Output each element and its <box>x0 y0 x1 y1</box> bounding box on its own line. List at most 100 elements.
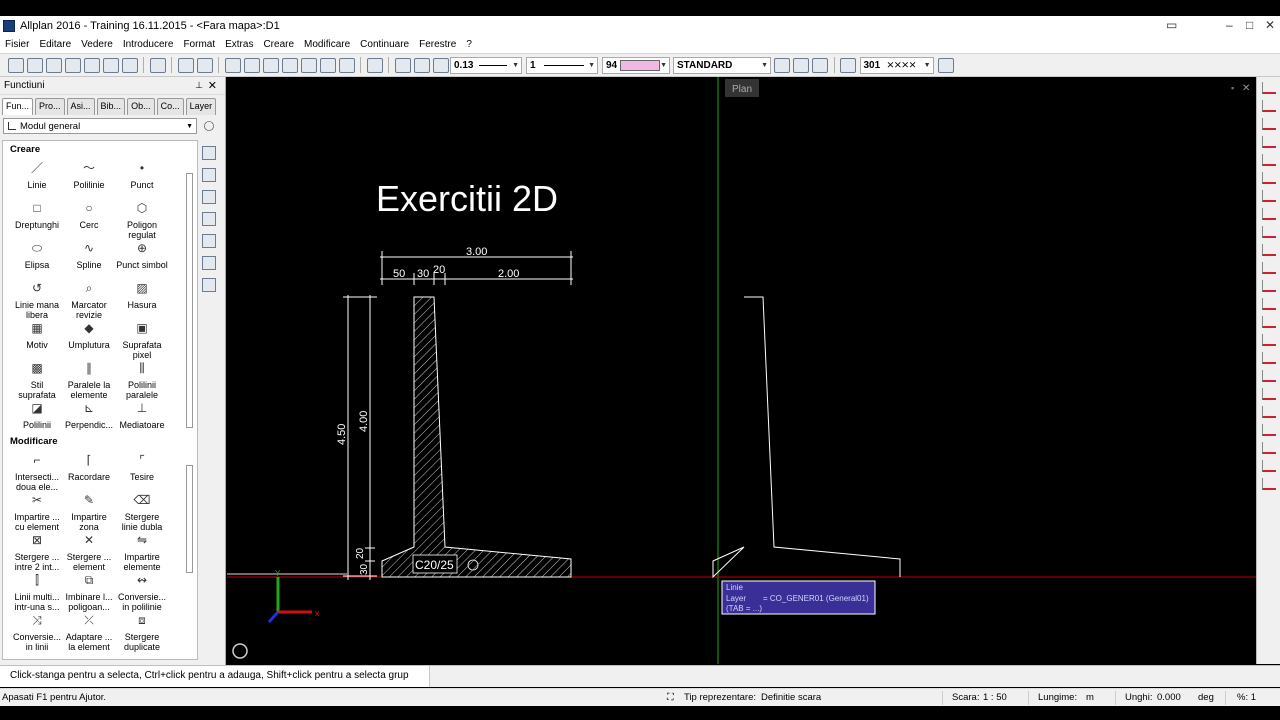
tool-perpendicular[interactable]: ⊾ Perpendic... <box>63 402 115 430</box>
copy-mirror-icon[interactable] <box>1262 172 1276 184</box>
scale-value[interactable]: 1 : 50 <box>983 692 1007 703</box>
tool-delete-double-line[interactable]: ⌫ Stergere linie dubla <box>116 494 168 532</box>
layer-select[interactable]: STANDARD ▼ <box>673 56 771 74</box>
filter-icon[interactable] <box>1262 406 1276 418</box>
tool-intersect[interactable]: ⌐ Intersecti... doua ele... <box>11 454 63 492</box>
tool-hatching[interactable]: ▨ Hasura <box>116 282 168 310</box>
tool-delete-between[interactable]: ⊠ Stergere ... intre 2 int... <box>11 534 63 572</box>
select-icon[interactable] <box>1262 424 1276 436</box>
open-project-icon[interactable] <box>26 57 43 73</box>
representation-value[interactable]: Definitie scara <box>761 692 821 703</box>
view-icon[interactable] <box>262 57 279 73</box>
viewport-close-icon[interactable]: ✕ <box>1242 83 1250 94</box>
pencil-icon[interactable] <box>413 57 430 73</box>
tab-properties[interactable]: Pro... <box>35 98 65 115</box>
tool-fill[interactable]: ◆ Umplutura <box>63 322 115 350</box>
tool-join-lines[interactable]: ⫿ Linii multi... intr-una s... <box>11 574 63 612</box>
viewport-restore-icon[interactable]: ▪ <box>1231 83 1234 93</box>
layers-icon[interactable] <box>202 234 216 248</box>
tool-ellipse[interactable]: ⬭ Elipsa <box>11 242 63 270</box>
stretch-icon[interactable] <box>1262 190 1276 202</box>
layout-icon[interactable] <box>243 57 260 73</box>
funnel-icon[interactable] <box>1262 478 1276 490</box>
pen-format-icon[interactable] <box>394 57 411 73</box>
trim-icon[interactable] <box>1262 244 1276 256</box>
menu-format[interactable]: Format <box>178 39 220 50</box>
pen-thickness-select[interactable]: 0.13 ▼ <box>450 56 522 74</box>
area-icon[interactable] <box>1262 388 1276 400</box>
retaining-wall-outline[interactable] <box>712 296 901 579</box>
length-value[interactable]: m <box>1086 692 1094 703</box>
tool-freehand[interactable]: ↺ Linie mana libera <box>11 282 63 320</box>
delete-tool-icon[interactable] <box>281 57 298 73</box>
layer-lock-icon[interactable] <box>812 57 828 73</box>
tab-layer[interactable]: Layer <box>185 98 217 115</box>
palette-icon[interactable] <box>202 146 216 160</box>
tool-revision-marker[interactable]: ⌕ Marcator revizie <box>63 282 115 320</box>
extend-icon[interactable] <box>1262 262 1276 274</box>
tool-join-polygons[interactable]: ⧉ Imbinare l... poligoan... <box>63 574 115 612</box>
catalog-icon[interactable] <box>202 256 216 270</box>
tool-style-area[interactable]: ▩ Stil suprafata <box>11 362 63 400</box>
delete-icon[interactable] <box>1262 334 1276 346</box>
menu-creare[interactable]: Creare <box>258 39 299 50</box>
rotate-icon[interactable] <box>1262 136 1276 148</box>
menu-continuare[interactable]: Continuare <box>355 39 414 50</box>
tool-pixel-surface[interactable]: ▣ Suprafata pixel <box>116 322 168 360</box>
menu-fisier[interactable]: Fisier <box>0 39 34 50</box>
move-icon[interactable] <box>1262 118 1276 130</box>
tool-split-zone[interactable]: ✎ Impartire zona <box>63 494 115 532</box>
zoom-icon[interactable] <box>366 57 383 73</box>
tool-polygon[interactable]: ⬡ Poligon regulat <box>116 202 168 240</box>
modify-scrollbar[interactable] <box>186 465 193 573</box>
line-type-select[interactable]: 1 ▼ <box>526 56 598 74</box>
tool-polyline[interactable]: 〜 Polilinie <box>63 162 115 190</box>
group-icon[interactable] <box>1262 316 1276 328</box>
restore-icon[interactable]: ▭ <box>1166 18 1177 32</box>
library-icon[interactable] <box>202 278 216 292</box>
menu-introducere[interactable]: Introducere <box>118 39 179 50</box>
cut-icon[interactable] <box>102 57 119 73</box>
tool-spline[interactable]: ∿ Spline <box>63 242 115 270</box>
pattern-settings-icon[interactable] <box>840 57 856 73</box>
copy-element-icon[interactable] <box>319 57 336 73</box>
eyedropper-icon[interactable] <box>432 57 449 73</box>
text-icon[interactable] <box>202 190 216 204</box>
tool-rectangle[interactable]: □ Dreptunghi <box>11 202 63 230</box>
transform-icon[interactable] <box>300 57 317 73</box>
tool-convert-polyline[interactable]: ↭ Conversie... in polilinie <box>116 574 168 612</box>
tool-point[interactable]: • Punct <box>116 162 168 190</box>
minimize-icon[interactable]: – <box>1226 18 1233 32</box>
tool-adapt-element[interactable]: ⤫ Adaptare ... la element <box>63 614 115 652</box>
tab-functions[interactable]: Fun... <box>2 98 34 115</box>
tab-library[interactable]: Bib... <box>96 98 126 115</box>
redo-icon[interactable] <box>196 57 213 73</box>
plot-icon[interactable] <box>64 57 81 73</box>
copy-icon[interactable] <box>121 57 138 73</box>
module-select[interactable]: Modul general ▼ <box>3 118 197 134</box>
panel-close-icon[interactable]: ✕ <box>208 79 217 92</box>
tool-polylines[interactable]: ◪ Polilinii <box>11 402 63 430</box>
align-icon[interactable] <box>1262 226 1276 238</box>
edit-icon[interactable] <box>202 168 216 182</box>
color-select[interactable]: 94 ▼ <box>602 56 670 74</box>
delete-element-icon[interactable] <box>1262 100 1276 112</box>
navigation-wheel-icon[interactable] <box>232 643 248 659</box>
tool-delete-segment[interactable]: ✕ Stergere ... element <box>63 534 115 572</box>
mirror-icon[interactable] <box>1262 154 1276 166</box>
tool-pattern[interactable]: ▦ Motiv <box>11 322 63 350</box>
tool-parallel-polylines[interactable]: ⫼ Polilinii paralele <box>116 362 168 400</box>
new-file-icon[interactable] <box>7 57 24 73</box>
pin-icon[interactable]: ⊥ <box>195 80 203 91</box>
layer-status-icon[interactable] <box>774 57 790 73</box>
tab-assistants[interactable]: Asi... <box>66 98 95 115</box>
menu-vedere[interactable]: Vedere <box>76 39 118 50</box>
angle-unit[interactable]: deg <box>1198 692 1214 703</box>
create-scrollbar[interactable] <box>186 173 193 428</box>
close-icon[interactable]: ✕ <box>1265 18 1275 32</box>
tab-connect[interactable]: Co... <box>156 98 184 115</box>
format-properties-icon[interactable] <box>937 57 954 73</box>
menu-help[interactable]: ? <box>461 39 477 50</box>
tool-line[interactable]: ／ Linie <box>11 162 63 190</box>
open-fileset-icon[interactable] <box>45 57 62 73</box>
